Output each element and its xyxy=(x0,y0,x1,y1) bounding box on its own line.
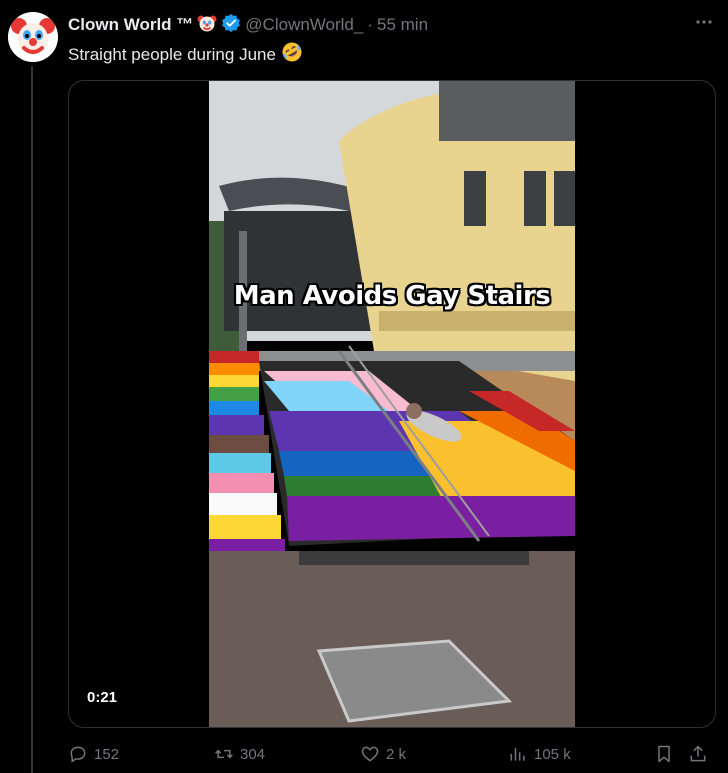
video-card[interactable]: Man Avoids Gay Stairs 0:21 xyxy=(68,80,716,728)
author-name[interactable]: Clown World ™ xyxy=(68,15,193,35)
reply-icon xyxy=(70,746,86,763)
share-icon xyxy=(690,745,706,762)
avatar[interactable] xyxy=(8,12,58,62)
tweet-body: Straight people during June xyxy=(68,44,276,64)
video-caption: Man Avoids Gay Stairs xyxy=(233,281,551,311)
video-frame[interactable]: Man Avoids Gay Stairs xyxy=(209,81,575,727)
author-handle[interactable]: @ClownWorld_ xyxy=(245,15,363,35)
bookmark-icon xyxy=(658,745,670,763)
heart-icon xyxy=(361,746,379,762)
views-chart-icon xyxy=(510,748,525,761)
repost-count: 304 xyxy=(240,745,266,763)
post-time[interactable]: 55 min xyxy=(377,15,428,35)
view-count: 105 k xyxy=(534,745,571,763)
repost-icon xyxy=(215,749,233,759)
repost-button[interactable]: 304 xyxy=(214,744,265,764)
thread-line xyxy=(31,66,33,773)
reply-count: 152 xyxy=(94,745,120,763)
stairs-scene-image xyxy=(209,81,575,727)
rofl-emoji-icon xyxy=(281,41,303,68)
tweet-text: Straight people during June xyxy=(68,41,303,68)
tweet-actions: 152 304 2 k 105 k xyxy=(68,744,714,768)
reply-button[interactable]: 152 xyxy=(68,744,119,764)
clown-avatar-icon xyxy=(8,12,58,62)
like-button[interactable]: 2 k xyxy=(360,744,406,764)
views-button[interactable]: 105 k xyxy=(508,744,571,764)
video-duration: 0:21 xyxy=(81,687,124,708)
separator-dot: · xyxy=(367,15,374,34)
bookmark-button[interactable] xyxy=(654,744,674,764)
more-options-icon[interactable] xyxy=(694,12,714,37)
share-button[interactable] xyxy=(688,744,708,764)
like-count: 2 k xyxy=(386,745,407,763)
tweet-header: Clown World ™ @ClownWorld_ · 55 min xyxy=(68,13,428,38)
clown-emoji-icon xyxy=(197,13,217,38)
verified-badge-icon[interactable] xyxy=(221,13,241,38)
